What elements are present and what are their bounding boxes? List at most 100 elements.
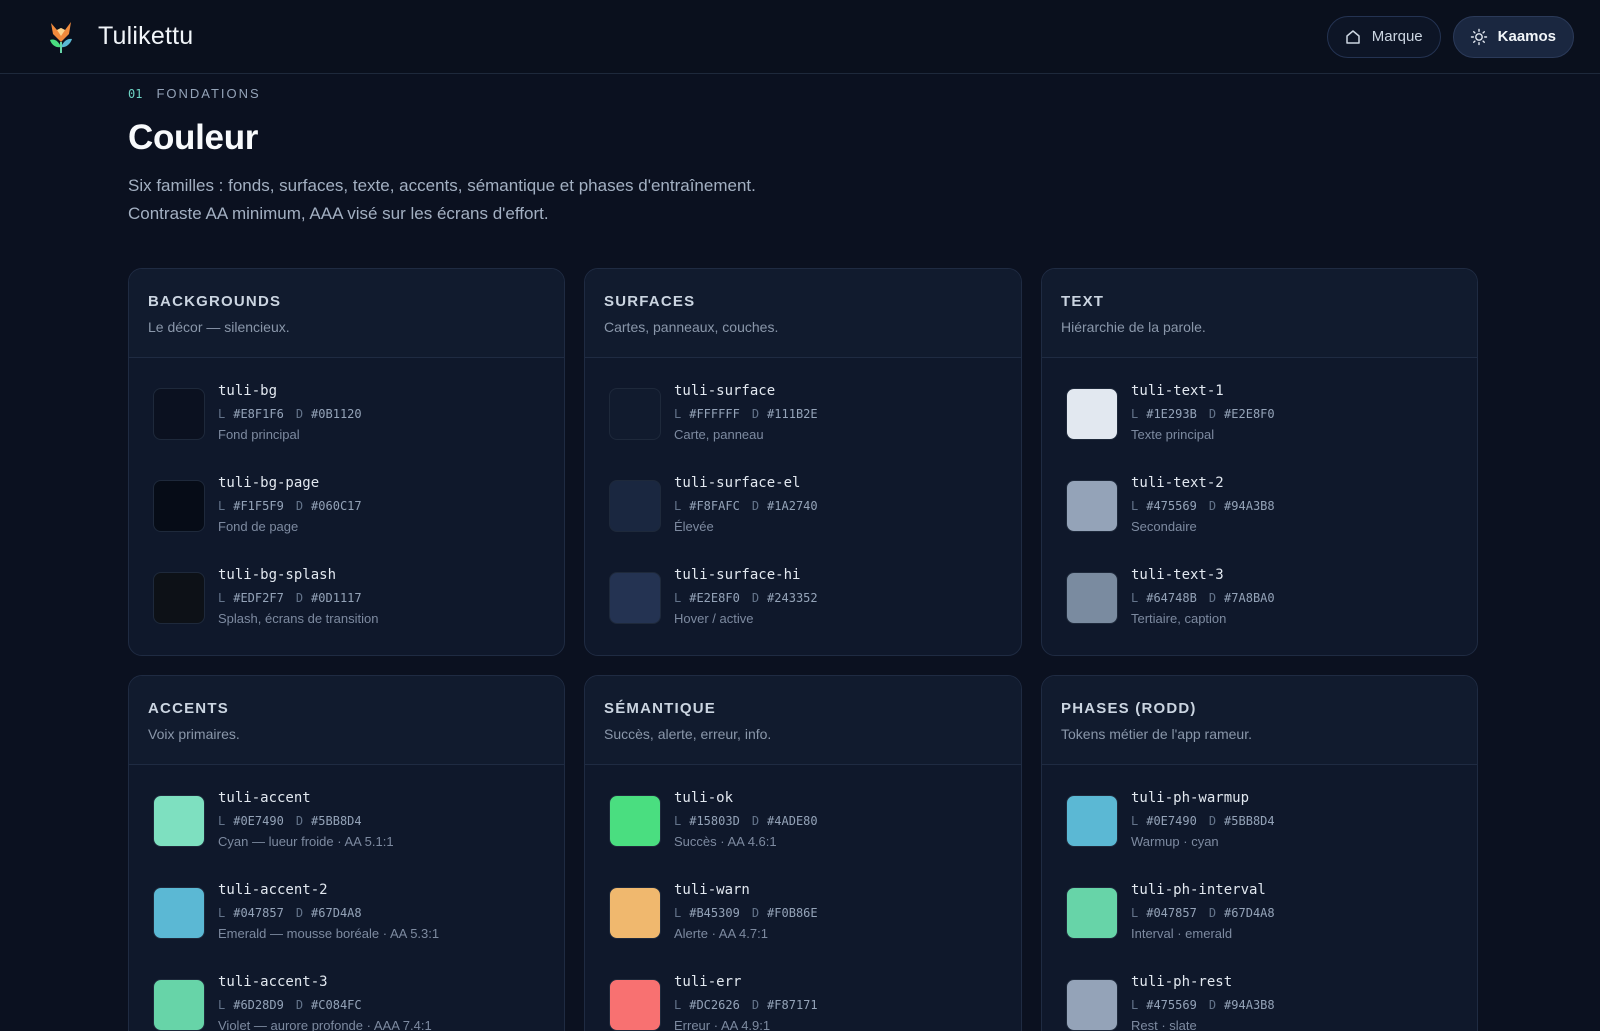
- token-description: Alerte · AA 4.7:1: [674, 926, 768, 941]
- token-row[interactable]: tuli-text-3 L #64748B D #7A8BA0 Tertiaire, …: [1066, 559, 1453, 651]
- color-swatch[interactable]: [1066, 887, 1118, 939]
- token-values: L #047857 D #67D4A8: [1131, 905, 1287, 921]
- token-meta: tuli-bg L #E8F1F6 D #0B1120 Fond principal: [218, 375, 374, 443]
- light-value: #15803D: [689, 814, 740, 828]
- fox-logo-icon: [50, 21, 72, 53]
- card-subtitle: Tokens métier de l'app rameur.: [1061, 726, 1252, 742]
- token-row[interactable]: tuli-ph-warmup L #0E7490 D #5BB8D4 Warmup ·…: [1066, 782, 1453, 874]
- token-row[interactable]: tuli-warn L #B45309 D #F0B86E Alerte · AA 4…: [609, 874, 997, 966]
- dark-key: D: [295, 591, 304, 605]
- brand[interactable]: Tulikettu: [46, 20, 193, 54]
- light-value: #475569: [1146, 499, 1197, 513]
- light-value: #E2E8F0: [689, 591, 740, 605]
- token-values: L #EDF2F7 D #0D1117: [218, 590, 378, 606]
- light-key: L: [218, 499, 226, 513]
- light-value: #EDF2F7: [233, 591, 284, 605]
- color-swatch[interactable]: [1066, 979, 1118, 1031]
- card-header: SURFACES Cartes, panneaux, couches.: [585, 269, 1021, 358]
- dark-key: D: [751, 998, 760, 1012]
- card-subtitle: Voix primaires.: [148, 726, 240, 742]
- token-name: tuli-ph-interval: [1131, 882, 1266, 898]
- token-name: tuli-bg: [218, 383, 278, 399]
- token-description: Secondaire: [1131, 519, 1197, 534]
- dark-value: #67D4A8: [311, 906, 362, 920]
- token-row[interactable]: tuli-text-1 L #1E293B D #E2E8F0 Texte princ…: [1066, 375, 1453, 467]
- token-row[interactable]: tuli-bg L #E8F1F6 D #0B1120 Fond principal: [153, 375, 540, 467]
- sun-icon: [1470, 28, 1487, 45]
- light-value: #047857: [1146, 906, 1197, 920]
- token-values: L #6D28D9 D #C084FC: [218, 997, 432, 1013]
- token-row[interactable]: tuli-accent L #0E7490 D #5BB8D4 Cyan — lueu…: [153, 782, 540, 874]
- token-name: tuli-accent-3: [218, 974, 328, 990]
- app-name: Tulikettu: [98, 22, 194, 50]
- color-swatch[interactable]: [153, 388, 205, 440]
- token-meta: tuli-text-2 L #475569 D #94A3B8 Secondaire: [1131, 467, 1287, 535]
- token-name: tuli-warn: [674, 882, 750, 898]
- token-meta: tuli-text-3 L #64748B D #7A8BA0 Tertiaire, …: [1131, 559, 1287, 627]
- color-swatch[interactable]: [609, 388, 661, 440]
- token-values: L #1E293B D #E2E8F0: [1131, 406, 1287, 422]
- token-row[interactable]: tuli-ph-rest L #475569 D #94A3B8 Rest · sla…: [1066, 966, 1453, 1031]
- token-name: tuli-text-1: [1131, 383, 1224, 399]
- color-swatch[interactable]: [1066, 572, 1118, 624]
- color-swatch[interactable]: [609, 887, 661, 939]
- marque-button[interactable]: Marque: [1326, 15, 1441, 58]
- token-name: tuli-bg-splash: [218, 567, 337, 583]
- color-swatch[interactable]: [153, 887, 205, 939]
- color-swatch[interactable]: [1066, 795, 1118, 847]
- token-name: tuli-surface-el: [674, 475, 801, 491]
- light-key: L: [674, 407, 682, 421]
- color-swatch[interactable]: [609, 572, 661, 624]
- token-list: tuli-bg L #E8F1F6 D #0B1120 Fond principal …: [129, 358, 564, 651]
- color-swatch[interactable]: [609, 795, 661, 847]
- token-row[interactable]: tuli-bg-page L #F1F5F9 D #060C17 Fond de pa…: [153, 467, 540, 559]
- token-meta: tuli-ok L #15803D D #4ADE80 Succès · AA 4.6…: [674, 782, 830, 850]
- color-swatch[interactable]: [609, 480, 661, 532]
- token-row[interactable]: tuli-ph-interval L #047857 D #67D4A8 Interv…: [1066, 874, 1453, 966]
- token-description: Texte principal: [1131, 427, 1215, 442]
- token-row[interactable]: tuli-surface-hi L #E2E8F0 D #243352 Hover /…: [609, 559, 997, 651]
- token-row[interactable]: tuli-ok L #15803D D #4ADE80 Succès · AA 4.6…: [609, 782, 997, 874]
- dark-value: #F0B86E: [767, 906, 818, 920]
- section-label: FONDATIONS: [156, 86, 261, 101]
- light-value: #FFFFFF: [689, 407, 740, 421]
- light-key: L: [218, 814, 226, 828]
- token-list: tuli-accent L #0E7490 D #5BB8D4 Cyan — lueu…: [129, 765, 564, 1031]
- color-swatch[interactable]: [153, 480, 205, 532]
- light-value: #0E7490: [233, 814, 284, 828]
- token-values: L #B45309 D #F0B86E: [674, 905, 830, 921]
- color-swatch[interactable]: [153, 572, 205, 624]
- dark-value: #0D1117: [311, 591, 362, 605]
- token-description: Emerald — mousse boréale · AA 5.3:1: [218, 926, 440, 941]
- token-meta: tuli-surface L #FFFFFF D #111B2E Carte, pan…: [674, 375, 830, 443]
- color-swatch[interactable]: [153, 795, 205, 847]
- dark-value: #5BB8D4: [1224, 814, 1275, 828]
- token-description: Erreur · AA 4.9:1: [674, 1018, 771, 1031]
- token-name: tuli-surface: [674, 383, 776, 399]
- token-row[interactable]: tuli-bg-splash L #EDF2F7 D #0D1117 Splash, …: [153, 559, 540, 651]
- token-description: Hover / active: [674, 611, 754, 626]
- token-row[interactable]: tuli-surface-el L #F8FAFC D #1A2740 Élevée: [609, 467, 997, 559]
- card-subtitle: Hiérarchie de la parole.: [1061, 319, 1206, 335]
- token-row[interactable]: tuli-accent-3 L #6D28D9 D #C084FC Violet — …: [153, 966, 540, 1031]
- color-swatch[interactable]: [609, 979, 661, 1031]
- token-row[interactable]: tuli-surface L #FFFFFF D #111B2E Carte, pan…: [609, 375, 997, 467]
- card-header: PHASES (RODD) Tokens métier de l'app ram…: [1042, 676, 1477, 765]
- card-subtitle: Cartes, panneaux, couches.: [604, 319, 779, 335]
- color-swatch[interactable]: [153, 979, 205, 1031]
- header-actions: Marque Kaamos: [1326, 15, 1574, 58]
- color-swatch[interactable]: [1066, 388, 1118, 440]
- token-row[interactable]: tuli-text-2 L #475569 D #94A3B8 Secondaire: [1066, 467, 1453, 559]
- card-subtitle: Succès, alerte, erreur, info.: [604, 726, 772, 742]
- token-row[interactable]: tuli-accent-2 L #047857 D #67D4A8 Emerald —…: [153, 874, 540, 966]
- token-card: SURFACES Cartes, panneaux, couches. tuli…: [584, 268, 1022, 656]
- color-swatch[interactable]: [1066, 480, 1118, 532]
- kaamos-button[interactable]: Kaamos: [1452, 15, 1574, 58]
- light-key: L: [674, 499, 682, 513]
- dark-value: #111B2E: [767, 407, 818, 421]
- page-lead: Six familles : fonds, surfaces, texte, a…: [128, 172, 1600, 228]
- token-row[interactable]: tuli-err L #DC2626 D #F87171 Erreur · AA 4.…: [609, 966, 997, 1031]
- light-key: L: [218, 407, 226, 421]
- home-icon: [1346, 29, 1360, 44]
- dark-value: #243352: [767, 591, 818, 605]
